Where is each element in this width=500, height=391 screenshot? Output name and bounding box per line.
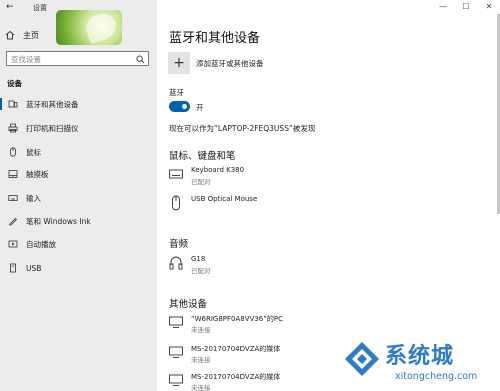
device-name: MS-20170704DVZA的媒体 (191, 373, 281, 381)
bluetooth-toggle[interactable] (169, 101, 190, 112)
pen-icon (8, 216, 18, 226)
search-placeholder: 查找设置 (11, 55, 41, 64)
device-item[interactable]: G18 已配对 (169, 255, 369, 277)
watermark-logo-icon (345, 342, 379, 376)
monitor-icon (169, 374, 183, 386)
sidebar-item-usb[interactable]: USB (0, 259, 157, 277)
watermark: 系统城 xitongcheng.com (340, 335, 500, 391)
watermark-text: 系统城 (385, 344, 455, 369)
bluetooth-devices-icon (8, 99, 18, 109)
sidebar: ← 设置 主页 查找设置 设备 蓝牙和其他设备 打印机和扫描仪 鼠标 触摸板 输… (0, 0, 157, 391)
device-item[interactable]: USB Optical Mouse (169, 195, 369, 217)
discoverable-text: 现在可以作为“LAPTOP-2FEQ3USS”被发现 (169, 124, 316, 133)
sidebar-item-printers[interactable]: 打印机和扫描仪 (0, 119, 157, 137)
sidebar-item-label: 输入 (26, 193, 41, 203)
device-item[interactable]: MS-20170704DVZA的媒体 未连接 (169, 344, 369, 366)
sidebar-item-touchpad[interactable]: 触摸板 (0, 165, 157, 183)
sidebar-item-typing[interactable]: 输入 (0, 189, 157, 207)
mouse-icon (8, 147, 18, 157)
mouse-icon (172, 195, 180, 211)
device-name: USB Optical Mouse (191, 195, 258, 203)
search-icon (136, 54, 145, 63)
printer-icon (8, 123, 18, 133)
minimize-button[interactable]: — (437, 2, 449, 11)
sidebar-item-label: 笔和 Windows Ink (26, 216, 91, 226)
wallpaper-thumbnail (56, 10, 122, 45)
device-status: 已配对 (191, 178, 211, 186)
sidebar-item-autoplay[interactable]: 自动播放 (0, 235, 157, 253)
sidebar-item-bluetooth[interactable]: 蓝牙和其他设备 (0, 95, 157, 113)
section-title-audio: 音频 (169, 239, 189, 250)
usb-icon (8, 263, 18, 273)
device-item[interactable]: Keyboard K380 已配对 (169, 166, 369, 188)
sidebar-item-label: 鼠标 (26, 147, 41, 157)
sidebar-item-label: USB (26, 263, 42, 273)
sidebar-item-label: 自动播放 (26, 239, 56, 249)
back-arrow-icon[interactable]: ← (6, 2, 14, 12)
sidebar-item-label: 打印机和扫描仪 (26, 123, 79, 133)
page-title: 蓝牙和其他设备 (169, 31, 261, 46)
bluetooth-state: 开 (196, 103, 204, 112)
sidebar-item-label: 蓝牙和其他设备 (26, 99, 79, 109)
section-title-input-devices: 鼠标、键盘和笔 (169, 151, 236, 162)
sidebar-item-label: 触摸板 (26, 169, 49, 179)
device-status: 已配对 (191, 267, 211, 275)
add-device-label[interactable]: 添加蓝牙或其他设备 (196, 58, 264, 69)
monitor-icon (169, 346, 183, 358)
watermark-url: xitongcheng.com (395, 371, 478, 382)
search-input[interactable]: 查找设置 (6, 51, 149, 66)
monitor-icon (169, 316, 183, 328)
section-title-other-devices: 其他设备 (169, 299, 208, 310)
sidebar-item-mouse[interactable]: 鼠标 (0, 143, 157, 161)
close-button[interactable]: ✕ (483, 2, 495, 11)
plus-icon: + (173, 55, 185, 71)
autoplay-icon (8, 239, 18, 249)
home-label: 主页 (23, 30, 39, 40)
device-status: 未连接 (191, 326, 211, 334)
add-device-button[interactable]: + (168, 52, 190, 74)
window-title: 设置 (33, 4, 47, 12)
sidebar-item-pen[interactable]: 笔和 Windows Ink (0, 212, 157, 230)
headset-icon (169, 256, 183, 270)
group-label-devices: 设备 (7, 79, 22, 88)
keyboard-icon (169, 169, 183, 179)
device-name: MS-20170704DVZA的媒体 (191, 345, 281, 353)
keyboard-icon (8, 193, 18, 203)
home-icon (5, 30, 15, 40)
device-item[interactable]: “W6RIG8PF0A8VV36”的PC 未连接 (169, 314, 369, 336)
touchpad-icon (8, 169, 18, 179)
main-panel: — ☐ ✕ 蓝牙和其他设备 + 添加蓝牙或其他设备 蓝牙 开 现在可以作为“LA… (157, 0, 500, 391)
device-status: 未连接 (191, 384, 211, 391)
device-status: 未连接 (191, 356, 211, 364)
home-button[interactable]: 主页 (5, 29, 39, 41)
device-name: G18 (191, 255, 206, 263)
device-item[interactable]: MS-20170704DVZA的媒体 未连接 (169, 372, 369, 391)
device-name: “W6RIG8PF0A8VV36”的PC (191, 315, 283, 323)
maximize-button[interactable]: ☐ (460, 2, 472, 11)
device-name: Keyboard K380 (191, 166, 245, 174)
bluetooth-label: 蓝牙 (169, 88, 184, 97)
